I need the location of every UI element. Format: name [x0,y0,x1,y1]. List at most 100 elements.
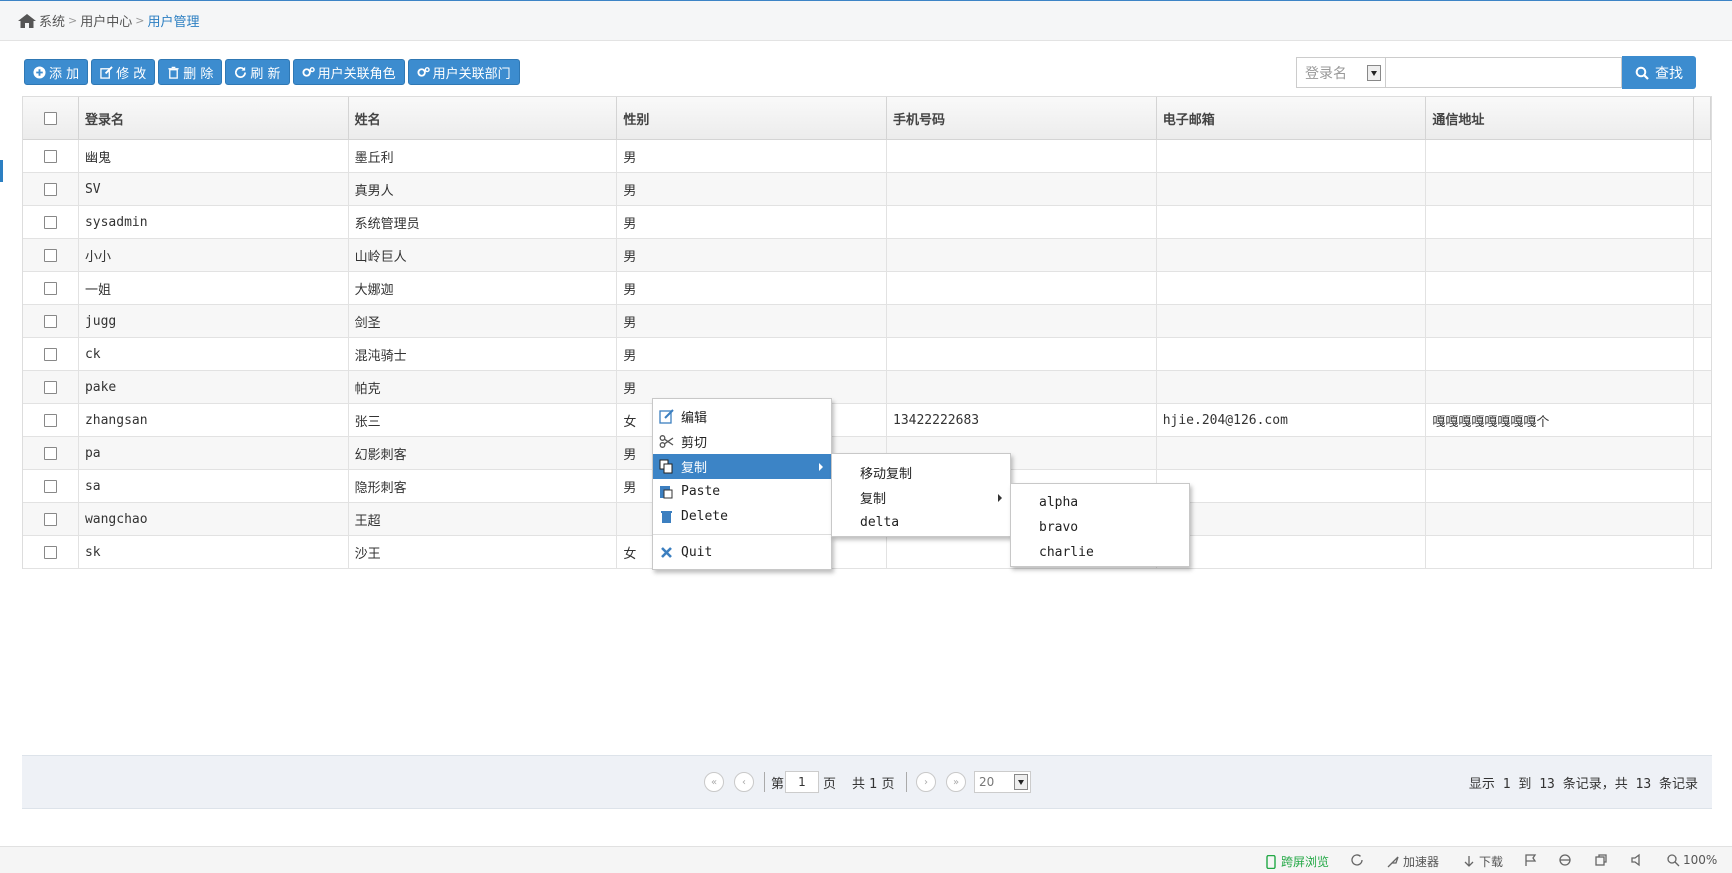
accelerator-button[interactable]: 加速器 [1386,853,1439,870]
submenu-item-bravo-label: bravo [1039,520,1079,535]
chevron-down-icon[interactable] [1367,65,1381,81]
menu-item-delete[interactable]: Delete [653,504,831,529]
page-size-select[interactable]: 20 [974,771,1031,793]
gears-icon [417,66,430,77]
search-field-value: 登录名 [1305,65,1347,82]
last-page-button[interactable]: » [946,772,966,792]
row-select-cell [23,503,79,535]
submenu-item-copy[interactable]: 复制 [832,485,1010,510]
header-name[interactable]: 姓名 [349,97,618,139]
ie-button[interactable] [1558,853,1572,867]
breadcrumb-user-center[interactable]: 用户中心 [80,11,132,30]
row-select-cell [23,272,79,304]
add-button[interactable]: 添 加 [24,59,89,85]
table-row[interactable]: 幽鬼 墨丘利男 [23,140,1711,173]
search-field-select[interactable]: 登录名 [1296,57,1386,88]
user-dept-button[interactable]: 用户关联部门 [407,59,520,85]
chevron-down-icon[interactable] [1014,774,1028,790]
breadcrumb-system[interactable]: 系统 [39,11,65,30]
select-all-checkbox[interactable] [43,111,57,125]
submenu-item-move-copy[interactable]: 移动复制 [832,460,1010,485]
prev-page-button[interactable]: ‹ [734,772,754,792]
search-input[interactable] [1386,57,1622,88]
row-checkbox[interactable] [43,446,57,460]
table-row[interactable]: jugg 剑圣男 [23,305,1711,338]
table-row[interactable]: zhangsan 张三女 13422222683 hjie.204@126.com 嘎嘎… [23,404,1711,437]
row-filler [1694,272,1711,304]
header-email[interactable]: 电子邮箱 [1157,97,1427,139]
volume-button[interactable] [1630,853,1644,867]
menu-item-quit[interactable]: Quit [653,540,831,565]
menu-item-cut-label: 剪切 [681,436,708,451]
history-button[interactable] [1350,853,1364,867]
row-filler [1694,470,1711,502]
header-phone[interactable]: 手机号码 [887,97,1157,139]
row-select-cell [23,140,79,172]
row-checkbox[interactable] [43,149,57,163]
row-checkbox[interactable] [43,281,57,295]
table-row[interactable]: ck 混沌骑士男 [23,338,1711,371]
row-checkbox[interactable] [43,248,57,262]
submenu-item-charlie[interactable]: charlie [1011,540,1189,565]
first-page-button[interactable]: « [704,772,724,792]
delete-button[interactable]: 删 除 [158,59,223,85]
table-row[interactable]: SV 真男人男 [23,173,1711,206]
row-select-cell [23,404,79,436]
row-checkbox[interactable] [43,380,57,394]
table-row[interactable]: 小小 山岭巨人男 [23,239,1711,272]
refresh-button[interactable]: 刷 新 [225,59,290,85]
submenu-item-alpha[interactable]: alpha [1011,490,1189,515]
table-row[interactable]: sysadmin 系统管理员男 [23,206,1711,239]
cell-email [1157,470,1427,502]
pager-separator [764,772,765,792]
row-checkbox[interactable] [43,347,57,361]
header-login-name[interactable]: 登录名 [79,97,349,139]
menu-item-copy[interactable]: 复制 [653,454,831,479]
user-role-button[interactable]: 用户关联角色 [292,59,405,85]
row-filler [1694,206,1711,238]
table-row[interactable]: pake 帕克男 [23,371,1711,404]
row-checkbox[interactable] [43,413,57,427]
cell-email: hjie.204@126.com [1157,404,1427,436]
row-checkbox[interactable] [43,479,57,493]
submenu-item-bravo[interactable]: bravo [1011,515,1189,540]
menu-item-edit[interactable]: 编辑 [653,404,831,429]
row-checkbox[interactable] [43,182,57,196]
submenu-item-delta[interactable]: delta [832,510,1010,535]
window-button[interactable] [1594,853,1608,867]
toolbar: 添 加 修 改 删 除 刷 新 用户关联角色 用户关联部门 [24,59,520,85]
row-filler [1694,437,1711,469]
edit-button[interactable]: 修 改 [91,59,156,85]
row-checkbox[interactable] [43,512,57,526]
flag-button[interactable] [1524,853,1538,867]
home-icon[interactable] [18,13,36,28]
page-number-input[interactable]: 1 [785,771,819,793]
cell-gender: 男 [617,272,887,304]
breadcrumb-user-management[interactable]: 用户管理 [147,11,199,30]
row-filler [1694,305,1711,337]
header-gender[interactable]: 性别 [617,97,887,139]
table-header: 登录名 姓名 性别 手机号码 电子邮箱 通信地址 [23,97,1712,140]
download-button[interactable]: 下载 [1462,853,1503,870]
page-suffix: 页 [823,777,837,792]
download-icon [1464,855,1474,867]
cell-email [1157,140,1427,172]
zoom-button[interactable]: 100% [1666,853,1717,867]
window-icon [1595,854,1607,866]
row-checkbox[interactable] [43,545,57,559]
menu-item-paste[interactable]: Paste [653,479,831,504]
delete-button-label: 删 除 [183,66,214,82]
next-page-button[interactable]: › [916,772,936,792]
header-address[interactable]: 通信地址 [1426,97,1695,139]
cell-address [1426,305,1695,337]
row-checkbox[interactable] [43,215,57,229]
row-checkbox[interactable] [43,314,57,328]
gears-icon [302,66,315,77]
cell-email [1157,536,1427,568]
table-row[interactable]: 一姐 大娜迦男 [23,272,1711,305]
cross-screen-button[interactable]: 跨屏浏览 [1264,853,1329,870]
menu-item-cut[interactable]: 剪切 [653,429,831,454]
search-button[interactable]: 查找 [1622,56,1696,89]
table-row[interactable]: sk 沙王女 [23,536,1711,569]
submenu-item-move-copy-label: 移动复制 [860,467,913,482]
